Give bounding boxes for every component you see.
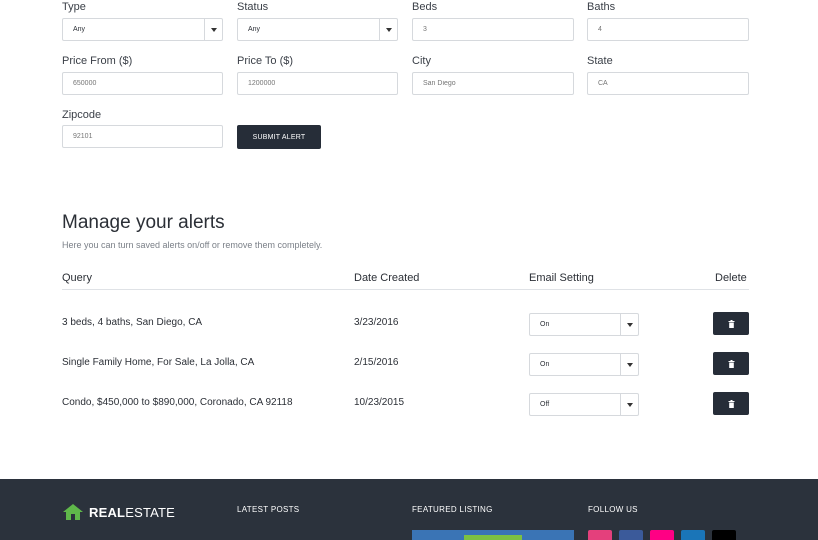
price-from-label: Price From ($)	[62, 55, 133, 67]
state-input[interactable]	[587, 72, 749, 95]
row-date: 10/23/2015	[354, 397, 405, 408]
github-icon[interactable]	[712, 530, 736, 540]
status-select-value: Any	[248, 26, 261, 33]
zipcode-input[interactable]	[62, 125, 223, 148]
email-setting-select[interactable]: On	[529, 353, 639, 376]
price-to-label: Price To ($)	[237, 55, 294, 67]
city-input[interactable]	[412, 72, 574, 95]
chevron-down-icon	[379, 19, 397, 40]
delete-button[interactable]	[713, 352, 749, 375]
delete-button[interactable]	[713, 312, 749, 335]
baths-input[interactable]	[587, 18, 749, 41]
state-label: State	[587, 55, 613, 67]
price-to-input[interactable]	[237, 72, 398, 95]
featured-listing-image[interactable]	[412, 530, 574, 540]
status-select[interactable]: Any	[237, 18, 398, 41]
email-setting-select[interactable]: On	[529, 313, 639, 336]
chevron-down-icon	[620, 314, 638, 335]
row-query: Condo, $450,000 to $890,000, Coronado, C…	[62, 397, 293, 408]
brand-logo[interactable]: REALESTATE	[62, 503, 175, 521]
beds-label: Beds	[412, 1, 438, 13]
chevron-down-icon	[620, 394, 638, 415]
type-select[interactable]: Any	[62, 18, 223, 41]
brand-light: ESTATE	[125, 504, 176, 520]
price-from-input[interactable]	[62, 72, 223, 95]
featured-listing-heading: FEATURED LISTING	[412, 505, 493, 514]
follow-us-heading: FOLLOW US	[588, 505, 638, 514]
email-setting-value: Off	[540, 401, 550, 408]
trash-icon	[728, 359, 734, 368]
submit-alert-button[interactable]: SUBMIT ALERT	[237, 125, 321, 149]
email-setting-value: On	[540, 321, 550, 328]
latest-posts-heading: LATEST POSTS	[237, 505, 300, 514]
row-query: Single Family Home, For Sale, La Jolla, …	[62, 357, 255, 368]
column-header-query: Query	[62, 272, 92, 284]
email-setting-select[interactable]: Off	[529, 393, 639, 416]
instagram-icon[interactable]	[588, 530, 612, 540]
type-select-value: Any	[73, 26, 86, 33]
chevron-down-icon	[204, 19, 222, 40]
trash-icon	[728, 319, 734, 328]
column-header-email: Email Setting	[529, 272, 594, 284]
delete-button[interactable]	[713, 392, 749, 415]
email-setting-value: On	[540, 361, 550, 368]
page-subtitle: Here you can turn saved alerts on/off or…	[62, 240, 323, 250]
house-icon	[63, 504, 83, 520]
column-header-delete: Delete	[715, 272, 747, 284]
type-label: Type	[62, 1, 86, 13]
row-date: 2/15/2016	[354, 357, 399, 368]
status-label: Status	[237, 1, 269, 13]
page-title: Manage your alerts	[62, 212, 225, 233]
trash-icon	[728, 399, 734, 408]
row-date: 3/23/2016	[354, 317, 399, 328]
column-header-date: Date Created	[354, 272, 420, 284]
flickr-icon[interactable]	[650, 530, 674, 540]
row-query: 3 beds, 4 baths, San Diego, CA	[62, 317, 203, 328]
chevron-down-icon	[620, 354, 638, 375]
table-header-divider	[62, 289, 749, 290]
linkedin-icon[interactable]	[681, 530, 705, 540]
baths-label: Baths	[587, 1, 616, 13]
beds-input[interactable]	[412, 18, 574, 41]
zipcode-label: Zipcode	[62, 109, 102, 121]
city-label: City	[412, 55, 431, 67]
facebook-icon[interactable]	[619, 530, 643, 540]
brand-bold: REAL	[89, 504, 126, 520]
